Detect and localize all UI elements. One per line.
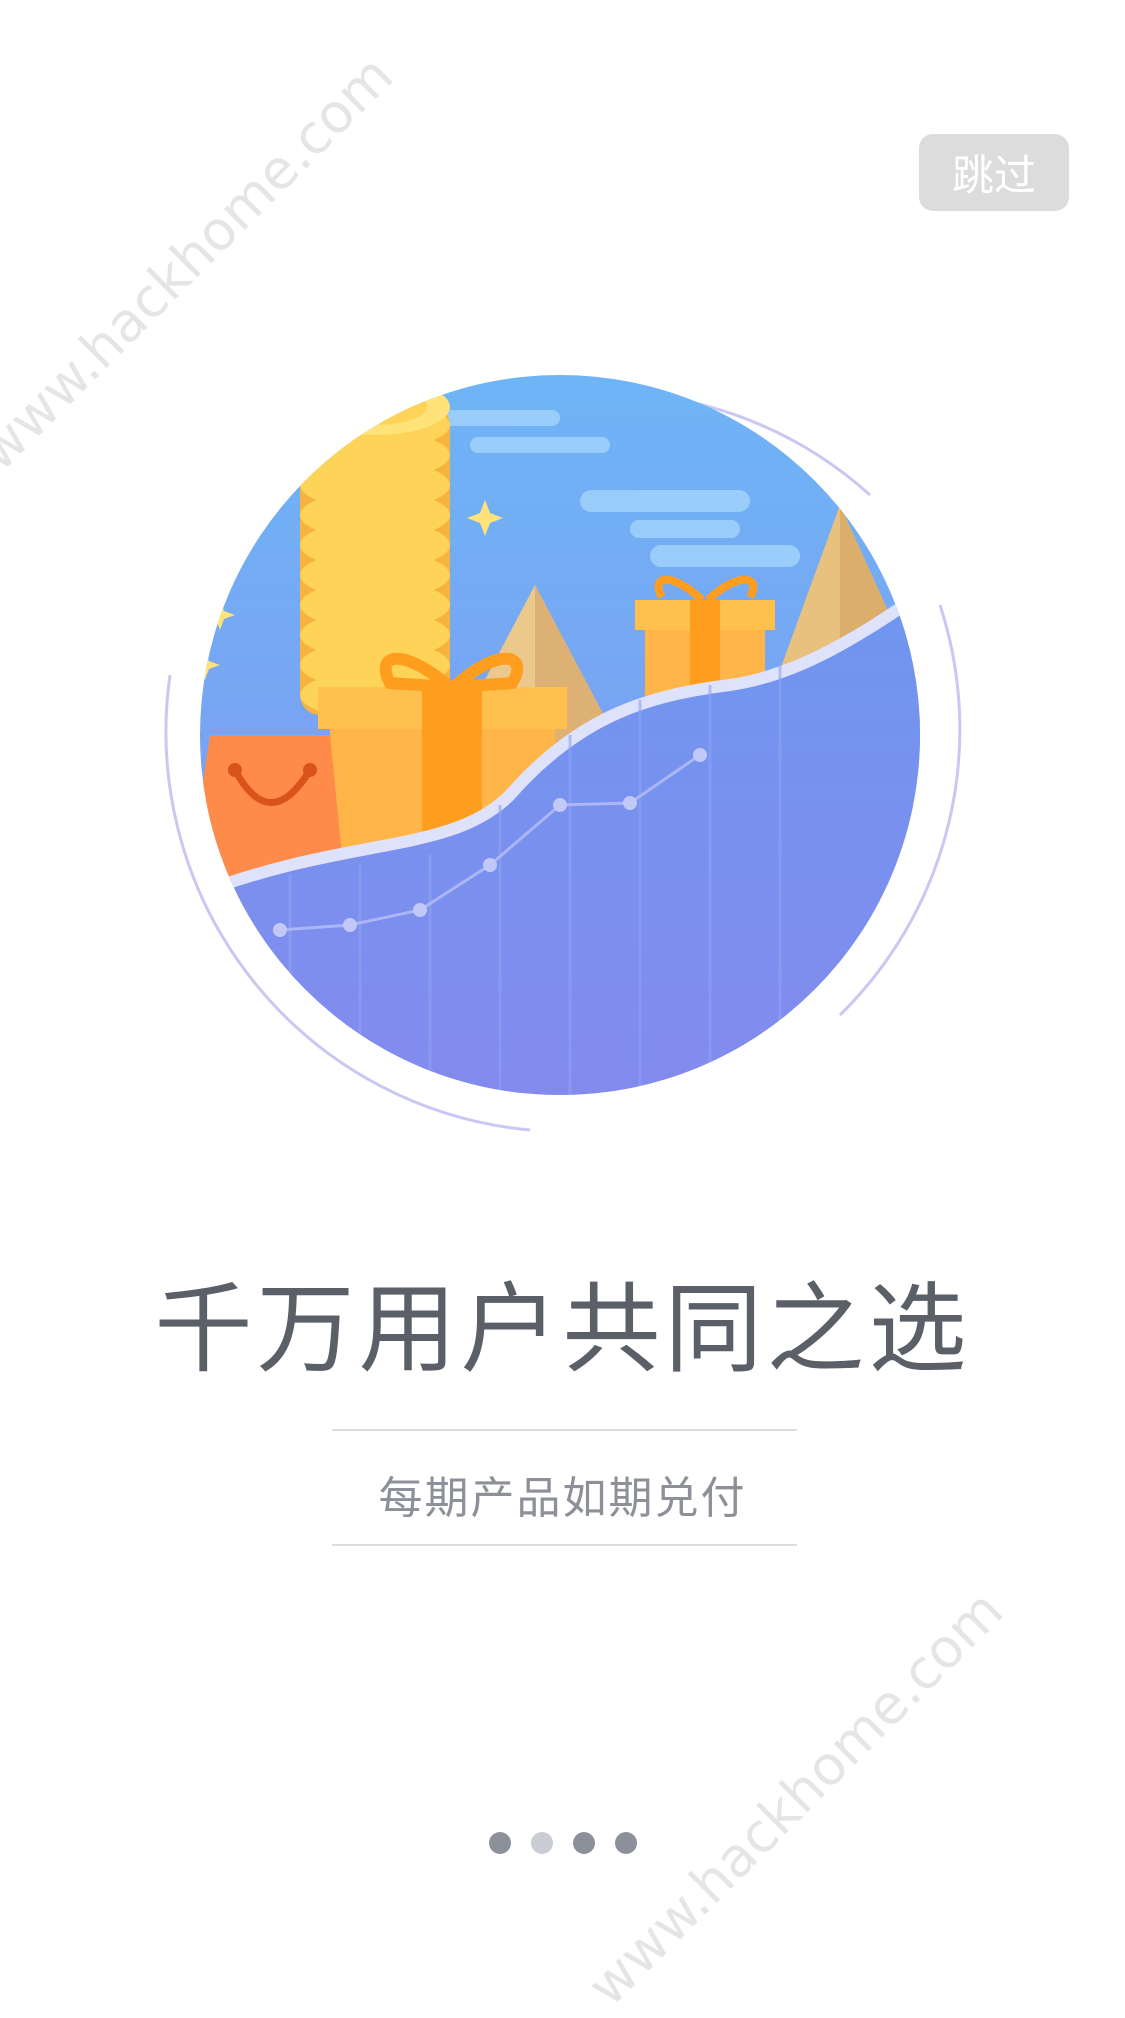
page-dot[interactable]	[488, 1832, 511, 1854]
divider	[332, 1544, 797, 1546]
watermark: www.hackhome.com	[575, 1578, 1015, 2018]
hero-illustration	[164, 375, 962, 1132]
divider	[332, 1429, 797, 1431]
page-indicator	[0, 1832, 1125, 1854]
page-dot[interactable]	[614, 1832, 637, 1854]
page-dot[interactable]	[530, 1832, 553, 1854]
skip-button[interactable]: 跳过	[919, 134, 1069, 211]
subline: 每期产品如期兑付	[378, 1473, 747, 1524]
headline: 千万用户共同之选	[154, 1273, 971, 1387]
page-dot[interactable]	[572, 1832, 595, 1854]
